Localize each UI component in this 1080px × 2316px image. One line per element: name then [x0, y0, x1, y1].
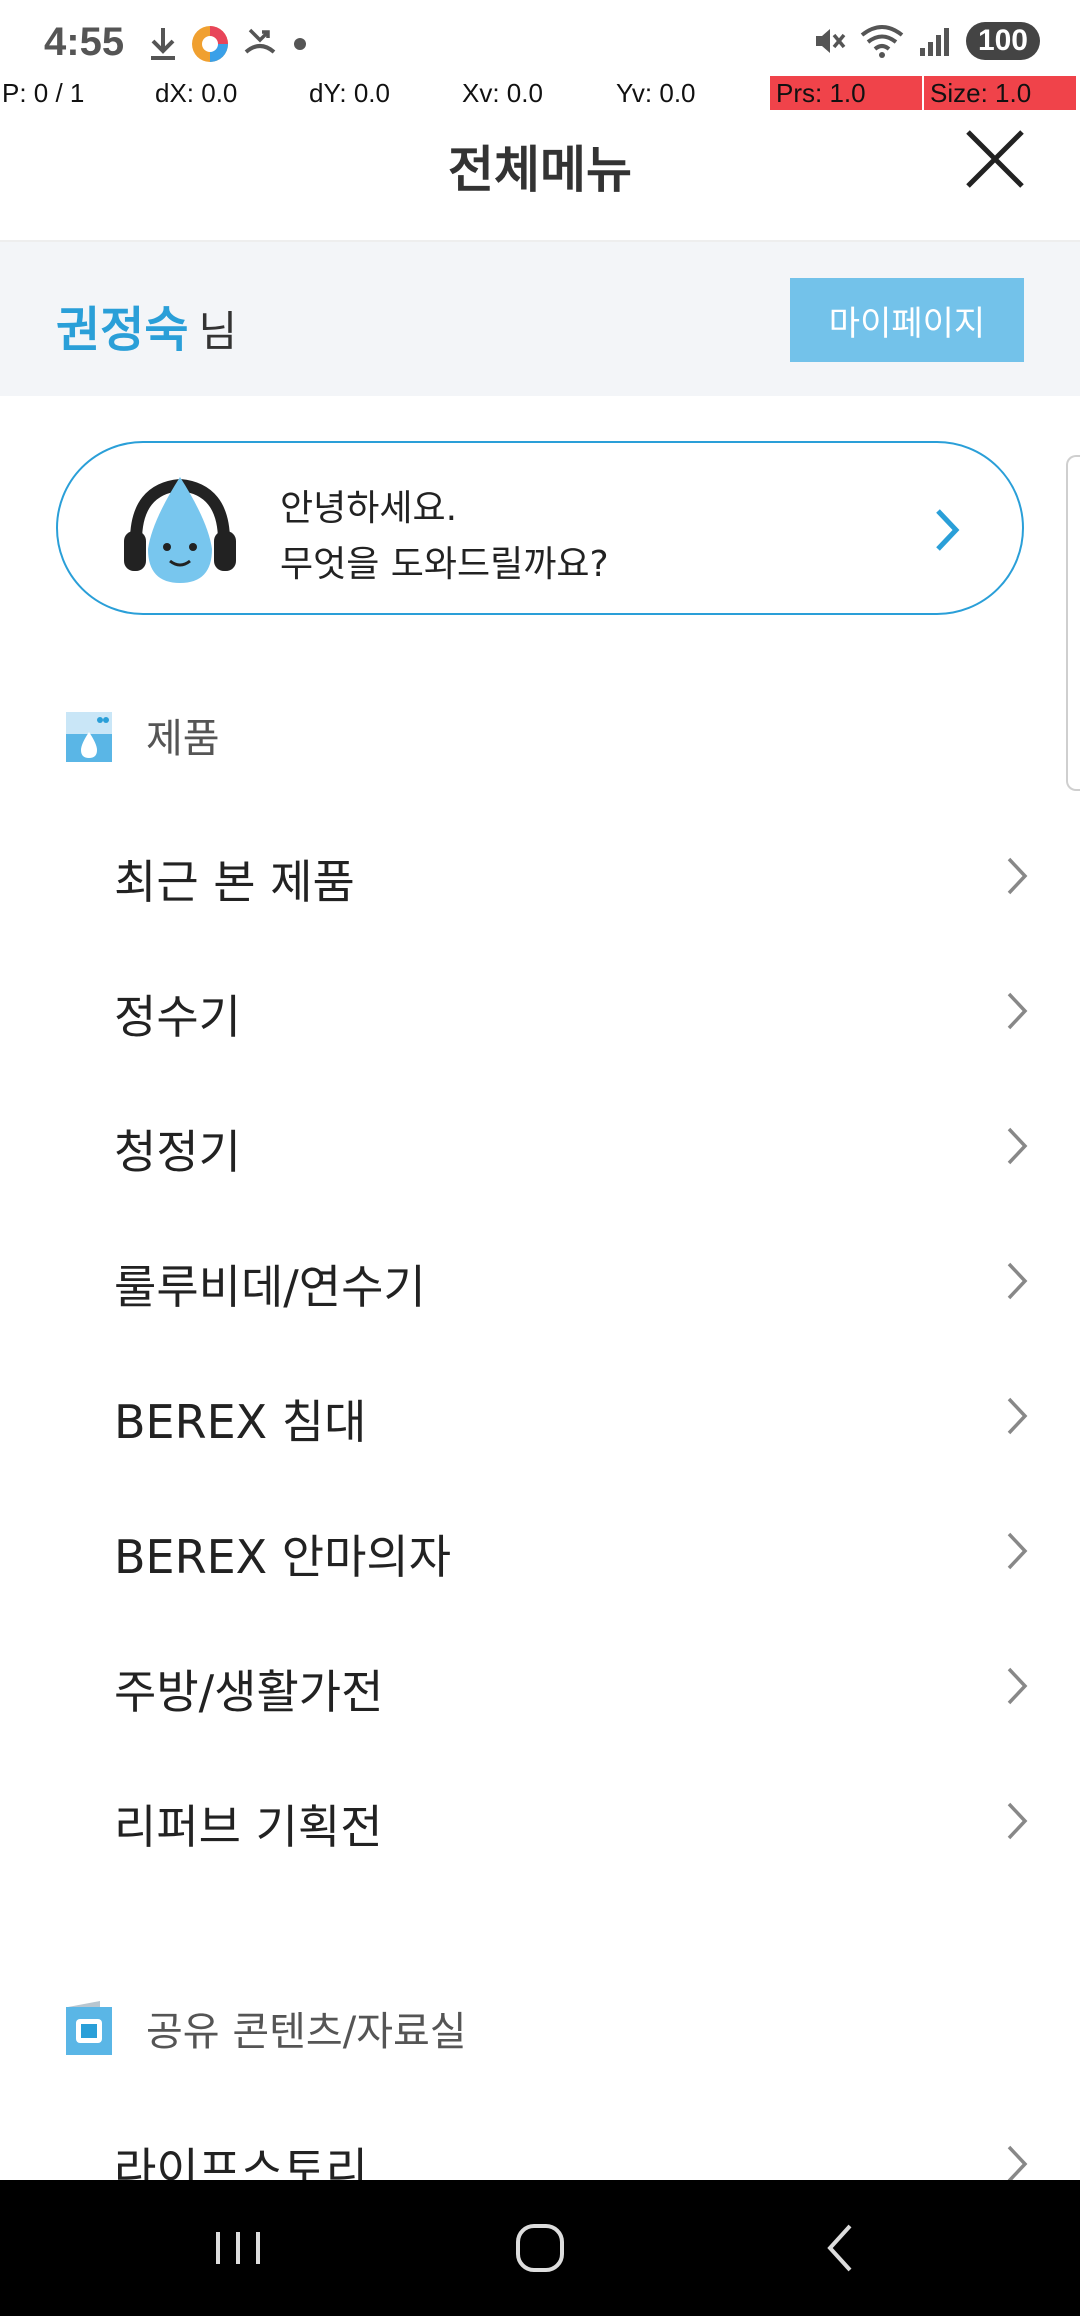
status-bar: 4:55 100	[0, 0, 1080, 80]
menu-item-recent-products[interactable]: 최근 본 제품	[0, 812, 1080, 947]
chatbot-mascot-icon	[124, 477, 236, 583]
scroll-handle[interactable]	[1066, 455, 1080, 791]
wifi-icon	[860, 25, 904, 58]
dot-icon	[294, 38, 306, 50]
signal-icon	[919, 28, 949, 56]
menu-item-berex-bed[interactable]: BEREX 침대	[0, 1352, 1080, 1487]
chevron-right-icon	[1007, 1667, 1028, 1705]
menu-item-label: 청정기	[114, 1125, 241, 1179]
missed-call-icon	[244, 28, 276, 54]
menu-item-label: 리퍼브 기획전	[114, 1800, 383, 1854]
menu-item-label: 룰루비데/연수기	[114, 1260, 426, 1314]
debug-size: Size: 1.0	[924, 76, 1076, 110]
menu-item-refurb-event[interactable]: 리퍼브 기획전	[0, 1757, 1080, 1892]
menu-item-label: BEREX 안마의자	[114, 1530, 452, 1584]
chevron-right-icon	[1007, 857, 1028, 895]
menu-item-water-purifier[interactable]: 정수기	[0, 947, 1080, 1082]
debug-pointer-count: P: 0 / 1	[2, 78, 85, 108]
user-info-row: 권정숙 님 마이페이지	[0, 242, 1080, 396]
menu-item-label: 정수기	[114, 990, 241, 1044]
section-header-products: 제품	[64, 705, 220, 765]
chevron-right-icon	[1007, 1127, 1028, 1165]
section-title-products: 제품	[146, 716, 220, 762]
chatbot-greeting: 안녕하세요.	[280, 488, 458, 529]
close-icon[interactable]	[960, 124, 1030, 194]
mypage-button[interactable]: 마이페이지	[790, 278, 1024, 362]
chatbot-card[interactable]: 안녕하세요. 무엇을 도와드릴까요?	[56, 441, 1024, 615]
debug-pressure: Prs: 1.0	[770, 76, 922, 110]
recent-apps-icon[interactable]	[198, 2218, 278, 2278]
photos-app-icon	[192, 26, 228, 62]
menu-item-label: 주방/생활가전	[114, 1665, 384, 1719]
user-name-label: 권정숙 님	[56, 290, 237, 360]
chevron-right-icon	[1007, 2145, 1028, 2183]
section-header-content: 공유 콘텐츠/자료실	[64, 1998, 467, 2058]
menu-item-bidet-softener[interactable]: 룰루비데/연수기	[0, 1217, 1080, 1352]
menu-item-air-purifier[interactable]: 청정기	[0, 1082, 1080, 1217]
content-icon	[66, 2001, 112, 2055]
menu-item-label: 최근 본 제품	[114, 855, 355, 909]
back-icon[interactable]	[802, 2218, 882, 2278]
chatbot-question: 무엇을 도와드릴까요?	[280, 544, 609, 585]
menu-item-berex-massage-chair[interactable]: BEREX 안마의자	[0, 1487, 1080, 1622]
chevron-right-icon	[1007, 1532, 1028, 1570]
home-icon[interactable]	[500, 2218, 580, 2278]
menu-item-kitchen-appliances[interactable]: 주방/생활가전	[0, 1622, 1080, 1757]
chevron-right-icon	[1007, 992, 1028, 1030]
chevron-right-icon	[1007, 1262, 1028, 1300]
user-name: 권정숙	[56, 302, 189, 358]
section-title-content: 공유 콘텐츠/자료실	[146, 2009, 467, 2055]
download-icon	[151, 28, 175, 60]
user-honorific: 님	[198, 307, 238, 356]
product-icon	[66, 712, 112, 762]
menu-header: 전체메뉴	[0, 112, 1080, 242]
chevron-right-icon	[936, 509, 960, 551]
system-navigation-bar	[0, 2180, 1080, 2316]
page-title: 전체메뉴	[448, 141, 632, 199]
debug-xv: Xv: 0.0	[462, 78, 543, 108]
menu-item-label: BEREX 침대	[114, 1395, 367, 1449]
chevron-right-icon	[1007, 1397, 1028, 1435]
mute-icon	[815, 29, 846, 53]
debug-yv: Yv: 0.0	[616, 78, 696, 108]
chevron-right-icon	[1007, 1802, 1028, 1840]
battery-indicator: 100	[965, 22, 1040, 60]
debug-dy: dY: 0.0	[309, 78, 390, 108]
status-time: 4:55	[44, 20, 125, 64]
pointer-debug-overlay: P: 0 / 1 dX: 0.0 dY: 0.0 Xv: 0.0 Yv: 0.0…	[0, 76, 1080, 110]
debug-dx: dX: 0.0	[155, 78, 238, 108]
